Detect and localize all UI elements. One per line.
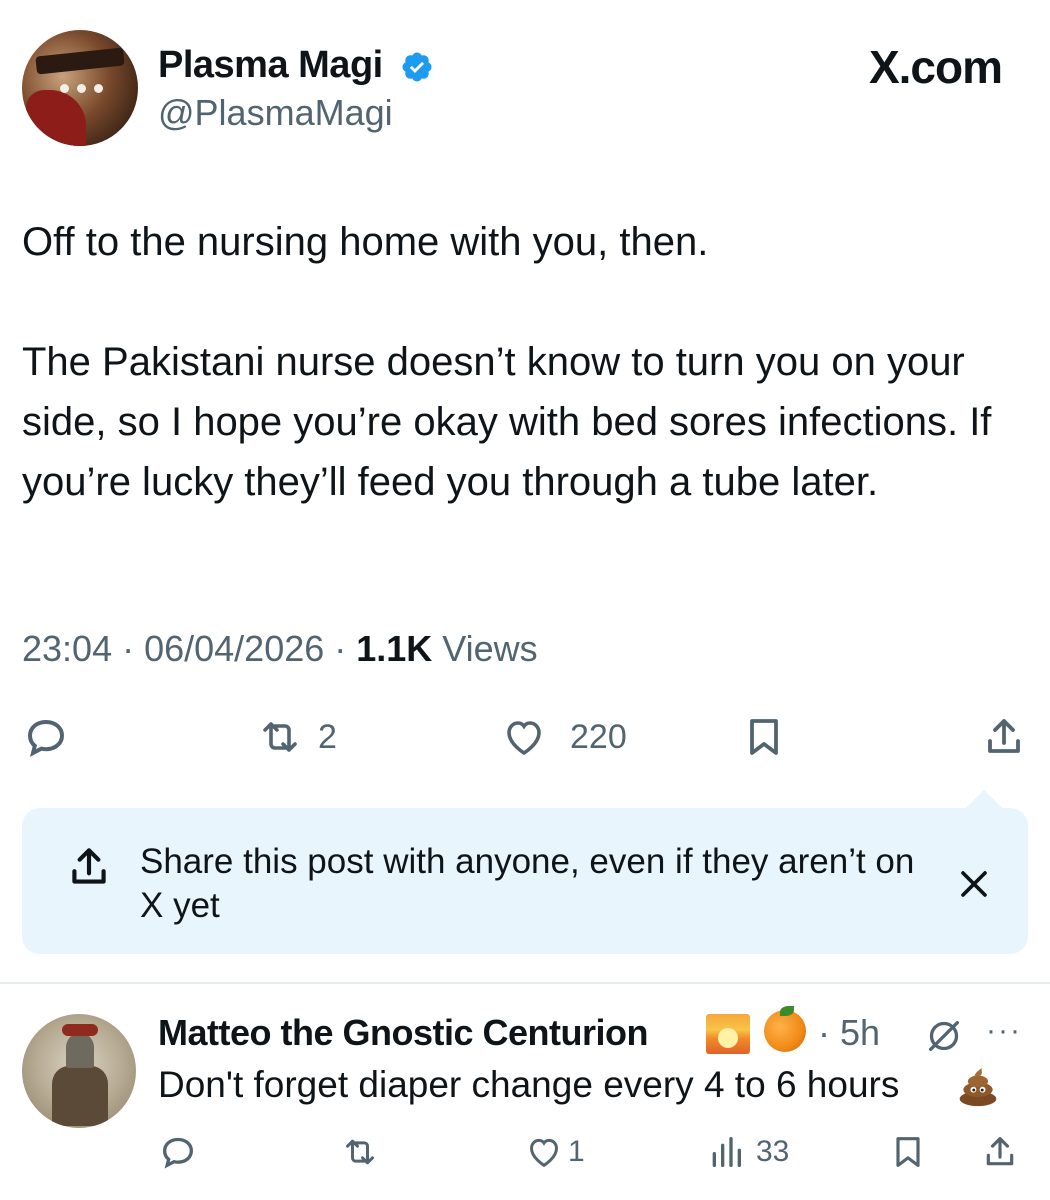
reply-icon <box>27 719 65 757</box>
reply-like-button[interactable]: 1 <box>524 1132 585 1172</box>
bookmark-icon <box>750 719 778 755</box>
like-button[interactable]: 220 <box>500 712 627 762</box>
repost-icon <box>263 722 297 752</box>
views-chart-icon <box>712 1137 741 1167</box>
reply-bookmark-button[interactable] <box>888 1132 928 1172</box>
reply-button[interactable] <box>22 712 70 762</box>
share-icon <box>988 719 1020 753</box>
author-display-name[interactable]: Plasma Magi <box>158 44 383 87</box>
post-meta: 23:04 · 06/04/2026 · 1.1K Views <box>22 628 538 670</box>
post-timestamp[interactable]: 23:04 · 06/04/2026 · <box>22 628 356 669</box>
reply-repost-button[interactable] <box>340 1132 380 1172</box>
post-paragraph-1: Off to the nursing home with you, then. <box>22 220 709 264</box>
views-label: Views <box>432 628 538 669</box>
author-avatar[interactable] <box>22 30 138 146</box>
repost-icon <box>346 1139 374 1165</box>
reply-icon <box>162 1137 194 1169</box>
views-count: 1.1K <box>356 628 433 669</box>
more-options-icon[interactable]: ··· <box>986 1014 1022 1048</box>
reply-author-name[interactable]: Matteo the Gnostic Centurion <box>158 1012 649 1054</box>
sunrise-emoji <box>706 1014 750 1054</box>
orange-emoji <box>764 1006 806 1052</box>
reply-author-avatar[interactable] <box>22 1014 136 1128</box>
bookmark-icon <box>896 1137 920 1167</box>
close-icon[interactable] <box>952 862 996 906</box>
share-banner-text: Share this post with anyone, even if the… <box>140 842 915 925</box>
poop-emoji <box>959 1067 997 1107</box>
like-count: 220 <box>570 717 627 756</box>
reply-views-count: 33 <box>756 1135 790 1168</box>
repost-count: 2 <box>318 717 337 756</box>
share-button[interactable] <box>980 712 1028 762</box>
share-icon <box>72 848 106 884</box>
post-body: Off to the nursing home with you, then. … <box>22 212 1032 512</box>
reply-text: Don't forget diaper change every 4 to 6 … <box>158 1064 900 1105</box>
reply-share-button[interactable] <box>980 1132 1020 1172</box>
verified-badge-icon <box>402 52 432 82</box>
divider <box>0 982 1050 984</box>
share-icon <box>986 1137 1014 1166</box>
reply-time[interactable]: · 5h <box>818 1012 880 1054</box>
grok-icon[interactable] <box>924 1016 964 1056</box>
post-paragraph-2: The Pakistani nurse doesn’t know to turn… <box>22 340 992 504</box>
bookmark-button[interactable] <box>740 712 788 762</box>
reply-reply-button[interactable] <box>158 1132 198 1172</box>
repost-button[interactable]: 2 <box>256 712 337 762</box>
heart-icon <box>529 1138 559 1168</box>
heart-icon <box>507 721 541 756</box>
reply-views-button[interactable]: 33 <box>706 1132 789 1172</box>
reply-like-count: 1 <box>568 1135 585 1168</box>
brand-logo: X.com <box>868 41 1003 93</box>
author-handle[interactable]: @PlasmaMagi <box>158 92 393 134</box>
